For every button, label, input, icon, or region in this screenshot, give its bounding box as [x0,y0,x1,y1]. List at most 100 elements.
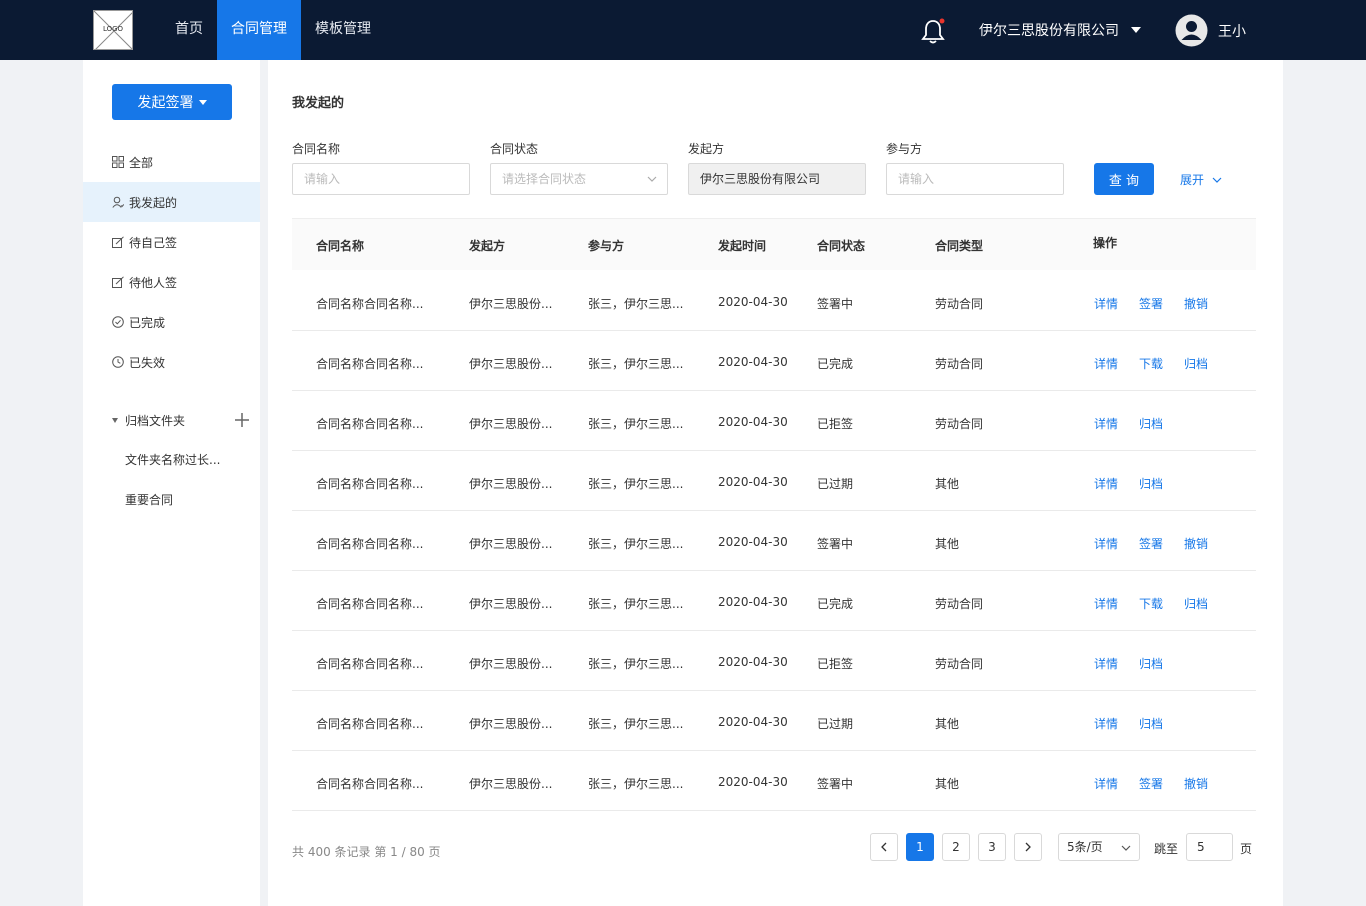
cell-date: 2020-04-30 [718,655,788,669]
table-row: 合同名称合同名称... 伊尔三思股份... 张三，伊尔三思... 2020-04-30… [292,451,1256,511]
page-button[interactable]: 1 [906,833,934,861]
cell-type: 其他 [935,717,960,731]
row-action-link[interactable]: 撤销 [1184,775,1208,792]
add-folder-icon[interactable] [234,412,250,428]
cell-initiator: 伊尔三思股份... [469,357,553,371]
query-button[interactable]: 查 询 [1094,163,1154,195]
participant-input[interactable]: 请输入 [886,163,1064,195]
filter-participant-label: 参与方 [886,142,923,156]
cell-initiator: 伊尔三思股份... [469,777,553,791]
row-action-link[interactable]: 详情 [1094,295,1118,312]
row-action-link[interactable]: 详情 [1094,535,1118,552]
sidebar-item-initiated-by-me[interactable]: 我发起的 [83,182,260,222]
row-action-link[interactable]: 撤销 [1184,535,1208,552]
row-action-link[interactable]: 归档 [1139,415,1163,432]
sidebar-item-label: 我发起的 [129,195,178,210]
row-action-link[interactable]: 归档 [1139,655,1163,672]
sidebar-item-all[interactable]: 全部 [83,142,260,182]
row-action-link[interactable]: 归档 [1184,595,1208,612]
sidebar-item-pending-others[interactable]: 待他人签 [83,262,260,302]
pagination-info: 共 400 条记录 第 1 / 80 页 [292,845,441,859]
cell-type: 劳动合同 [935,357,984,371]
cell-participants: 张三，伊尔三思... [588,537,684,551]
row-action-link[interactable]: 签署 [1139,535,1163,552]
column-header: 合同状态 [817,239,866,253]
contract-status-select[interactable]: 请选择合同状态 [490,163,668,195]
row-action-link[interactable]: 详情 [1094,355,1118,372]
row-action-link[interactable]: 撤销 [1184,295,1208,312]
initiator-field: 伊尔三思股份有限公司 [688,163,866,195]
folder-item[interactable]: 文件夹名称过长... [125,440,220,480]
sidebar-item-label: 已完成 [129,315,166,330]
company-switcher[interactable]: 伊尔三思股份有限公司 [979,20,1141,40]
row-action-link[interactable]: 详情 [1094,715,1118,732]
chevron-down-icon [1212,177,1222,183]
row-action-link[interactable]: 签署 [1139,775,1163,792]
page-size-select[interactable]: 5条/页 [1058,833,1140,861]
cell-initiator: 伊尔三思股份... [469,597,553,611]
bell-icon [921,18,945,44]
contract-name-input[interactable]: 请输入 [292,163,470,195]
column-header: 发起时间 [718,239,767,253]
row-action-link[interactable]: 详情 [1094,415,1118,432]
cell-type: 劳动合同 [935,657,984,671]
next-page-button[interactable] [1014,833,1042,861]
archive-folder-label: 归档文件夹 [125,413,186,428]
avatar-icon [1175,14,1208,47]
cell-contract-name: 合同名称合同名称... [316,417,424,431]
company-name: 伊尔三思股份有限公司 [979,23,1119,39]
row-action-link[interactable]: 下载 [1139,595,1163,612]
notification-button[interactable] [919,17,947,45]
chevron-down-icon [647,176,657,182]
row-action-link[interactable]: 详情 [1094,595,1118,612]
cell-status: 已拒签 [817,657,854,671]
cell-type: 劳动合同 [935,597,984,611]
initiate-sign-button[interactable]: 发起签署 [112,84,232,120]
check-circle-icon [112,316,124,328]
page-button[interactable]: 3 [978,833,1006,861]
logo[interactable]: LOGO [93,10,133,50]
folder-item[interactable]: 重要合同 [125,480,173,520]
cell-status: 签署中 [817,537,854,551]
filter-status-label: 合同状态 [490,142,539,156]
sidebar-item-label: 已失效 [129,355,166,370]
caret-down-icon [112,417,118,423]
row-action-link[interactable]: 详情 [1094,475,1118,492]
cell-status: 已过期 [817,717,854,731]
cell-contract-name: 合同名称合同名称... [316,357,424,371]
initiate-sign-label: 发起签署 [137,95,194,111]
row-action-link[interactable]: 签署 [1139,295,1163,312]
sign-icon [112,276,124,288]
prev-page-button[interactable] [870,833,898,861]
nav-contract-management[interactable]: 合同管理 [217,0,301,60]
column-header: 合同名称 [316,239,365,253]
chevron-left-icon [881,842,887,852]
nav-home[interactable]: 首页 [161,0,217,60]
jump-page-input[interactable]: 5 [1186,833,1233,861]
row-action-link[interactable]: 归档 [1139,715,1163,732]
nav-template-management[interactable]: 模板管理 [301,0,385,60]
user-icon [112,196,124,208]
row-action-link[interactable]: 归档 [1139,475,1163,492]
page-title: 我发起的 [292,96,345,111]
cell-type: 劳动合同 [935,417,984,431]
sidebar-item-expired[interactable]: 已失效 [83,342,260,382]
jump-suffix: 页 [1240,842,1253,856]
user-menu[interactable]: 王小 [1175,14,1246,47]
page-button[interactable]: 2 [942,833,970,861]
filter-initiator-label: 发起方 [688,142,725,156]
row-action-link[interactable]: 详情 [1094,655,1118,672]
expand-filters-toggle[interactable]: 展开 [1180,171,1222,188]
row-action-link[interactable]: 下载 [1139,355,1163,372]
table-row: 合同名称合同名称... 伊尔三思股份... 张三，伊尔三思... 2020-04-30… [292,511,1256,571]
initiator-value: 伊尔三思股份有限公司 [700,172,821,186]
row-action-link[interactable]: 详情 [1094,775,1118,792]
cell-date: 2020-04-30 [718,355,788,369]
sidebar-item-completed[interactable]: 已完成 [83,302,260,342]
sidebar-item-pending-self[interactable]: 待自己签 [83,222,260,262]
row-action-link[interactable]: 归档 [1184,355,1208,372]
sidebar-item-label: 待自己签 [129,235,178,250]
jump-label: 跳至 [1154,842,1179,856]
table-row: 合同名称合同名称... 伊尔三思股份... 张三，伊尔三思... 2020-04-30… [292,631,1256,691]
logo-text: LOGO [102,25,124,33]
